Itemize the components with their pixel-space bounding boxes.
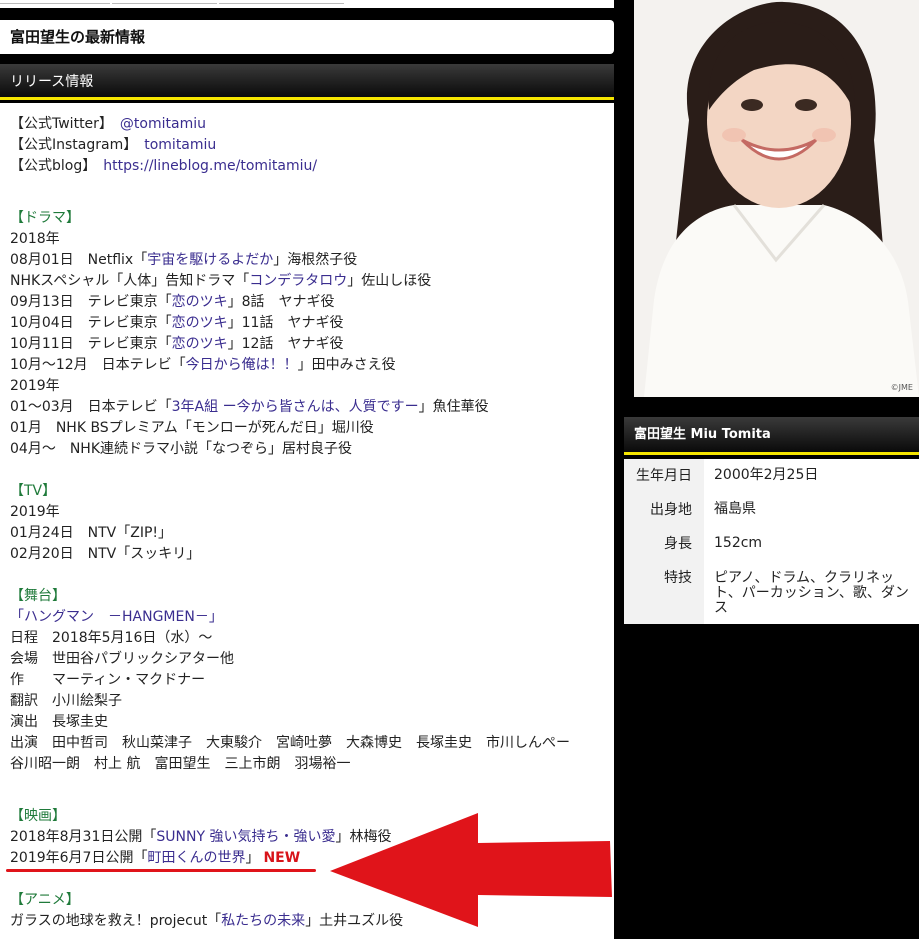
blog-link[interactable]: https://lineblog.me/tomitamiu/ — [103, 158, 317, 174]
stage-line: 日程 2018年5月16日（水）～ — [10, 630, 213, 646]
profile-label: 身長 — [624, 527, 704, 561]
profile-value: 152cm — [714, 535, 763, 551]
social-instagram: 【公式Instagram】 tomitamiu — [10, 135, 610, 156]
release-header: リリース情報 — [0, 64, 614, 100]
stage-line: 出演 田中哲司 秋山菜津子 大東駿介 宮崎吐夢 大森博史 長塚圭史 市川しんぺー — [10, 735, 570, 751]
social-label: 【公式blog】 — [10, 158, 90, 174]
profile-photo: ©JME — [634, 0, 919, 397]
stage-line: 演出 長塚圭史 — [10, 714, 108, 730]
stage-line: 作 マーティン・マクドナー — [10, 672, 206, 688]
profile-row: 出身地 福島県 — [624, 493, 919, 527]
stage-line: 会場 世田谷パブリックシアター他 — [10, 651, 234, 667]
social-blog: 【公式blog】 https://lineblog.me/tomitamiu/ — [10, 156, 610, 177]
profile-value: 福島県 — [714, 501, 756, 517]
profile-label: 特技 — [624, 561, 704, 624]
top-tab[interactable] — [219, 0, 344, 4]
new-badge: NEW — [263, 850, 301, 866]
social-label: 【公式Twitter】 — [10, 116, 106, 132]
page-title: 富田望生の最新情報 — [0, 20, 614, 54]
red-arrow-annotation — [330, 813, 612, 927]
stage-line: 翻訳 小川絵梨子 — [10, 693, 122, 709]
top-tab[interactable] — [112, 0, 217, 4]
top-tab[interactable] — [0, 0, 110, 4]
profile-row: 身長 152cm — [624, 527, 919, 561]
profile-label: 生年月日 — [624, 459, 704, 493]
drama-link[interactable]: 恋のツキ — [172, 336, 228, 352]
photo-credit: ©JME — [890, 383, 913, 392]
drama-link[interactable]: コンデラタロウ — [249, 273, 347, 289]
year-label: 2019年 — [10, 504, 60, 520]
year-label: 2018年 — [10, 231, 60, 247]
profile-table: 生年月日 2000年2月25日 出身地 福島県 身長 152cm 特技 ピアノ、… — [624, 459, 919, 624]
social-twitter: 【公式Twitter】 @tomitamiu — [10, 114, 610, 135]
movie-link[interactable]: SUNNY 強い気持ち・強い愛 — [156, 829, 335, 845]
drama-link[interactable]: 今日から俺は！！ — [186, 357, 298, 373]
top-strip — [0, 0, 614, 8]
twitter-link[interactable]: @tomitamiu — [120, 116, 206, 132]
movie-link[interactable]: 町田くんの世界 — [147, 850, 245, 866]
drama-link[interactable]: 3年A組 ー今から皆さんは、人質ですー — [172, 399, 419, 415]
section-title-drama: 【ドラマ】 — [10, 210, 80, 226]
profile-row: 生年月日 2000年2月25日 — [624, 459, 919, 493]
drama-link[interactable]: 宇宙を駆けるよだか — [147, 252, 273, 268]
profile-row: 特技 ピアノ、ドラム、クラリネット、パーカッション、歌、ダンス — [624, 561, 919, 624]
drama-item: 08月01日 Netflix「宇宙を駆けるよだか」海根然子役 — [10, 252, 358, 268]
drama-item: 01～03月 日本テレビ「3年A組 ー今から皆さんは、人質ですー」魚住華役 — [10, 399, 489, 415]
profile-value: 2000年2月25日 — [714, 467, 819, 483]
drama-item: 10月11日 テレビ東京「恋のツキ」12話 ヤナギ役 — [10, 336, 344, 352]
drama-item: 09月13日 テレビ東京「恋のツキ」8話 ヤナギ役 — [10, 294, 335, 310]
section-title-stage: 【舞台】 — [10, 588, 66, 604]
instagram-link[interactable]: tomitamiu — [144, 137, 216, 153]
drama-item: 10月～12月 日本テレビ「今日から俺は！！」田中みさえ役 — [10, 357, 396, 373]
stage-link[interactable]: 「ハングマン －HANGMEN－」 — [10, 609, 223, 625]
drama-item: 04月～ NHK連続ドラマ小説「なつぞら」居村良子役 — [10, 441, 352, 457]
anime-link[interactable]: 私たちの未来 — [221, 913, 305, 929]
drama-item: NHKスペシャル「人体」告知ドラマ「コンデラタロウ」佐山しほ役 — [10, 273, 432, 289]
highlight-underline — [6, 869, 316, 872]
profile-value: ピアノ、ドラム、クラリネット、パーカッション、歌、ダンス — [714, 570, 909, 616]
year-label: 2019年 — [10, 378, 60, 394]
section-title-tv: 【TV】 — [10, 483, 57, 499]
tv-item: 01月24日 NTV「ZIP!」 — [10, 525, 173, 541]
profile-label: 出身地 — [624, 493, 704, 527]
social-label: 【公式Instagram】 — [10, 137, 131, 153]
drama-item: 10月04日 テレビ東京「恋のツキ」11話 ヤナギ役 — [10, 315, 344, 331]
profile-header: 富田望生 Miu Tomita — [624, 417, 919, 455]
stage-line: 谷川昭一朗 村上 航 富田望生 三上市朗 羽場裕一 — [10, 756, 351, 772]
release-content: 【公式Twitter】 @tomitamiu 【公式Instagram】 tom… — [0, 103, 614, 939]
drama-item: 01月 NHK BSプレミアム「モンローが死んだ日」堀川役 — [10, 420, 374, 436]
tv-item: 02月20日 NTV「スッキリ」 — [10, 546, 201, 562]
drama-link[interactable]: 恋のツキ — [172, 315, 228, 331]
drama-link[interactable]: 恋のツキ — [172, 294, 228, 310]
portrait-image — [634, 0, 919, 397]
main-column: 富田望生の最新情報 リリース情報 【公式Twitter】 @tomitamiu … — [0, 0, 614, 939]
